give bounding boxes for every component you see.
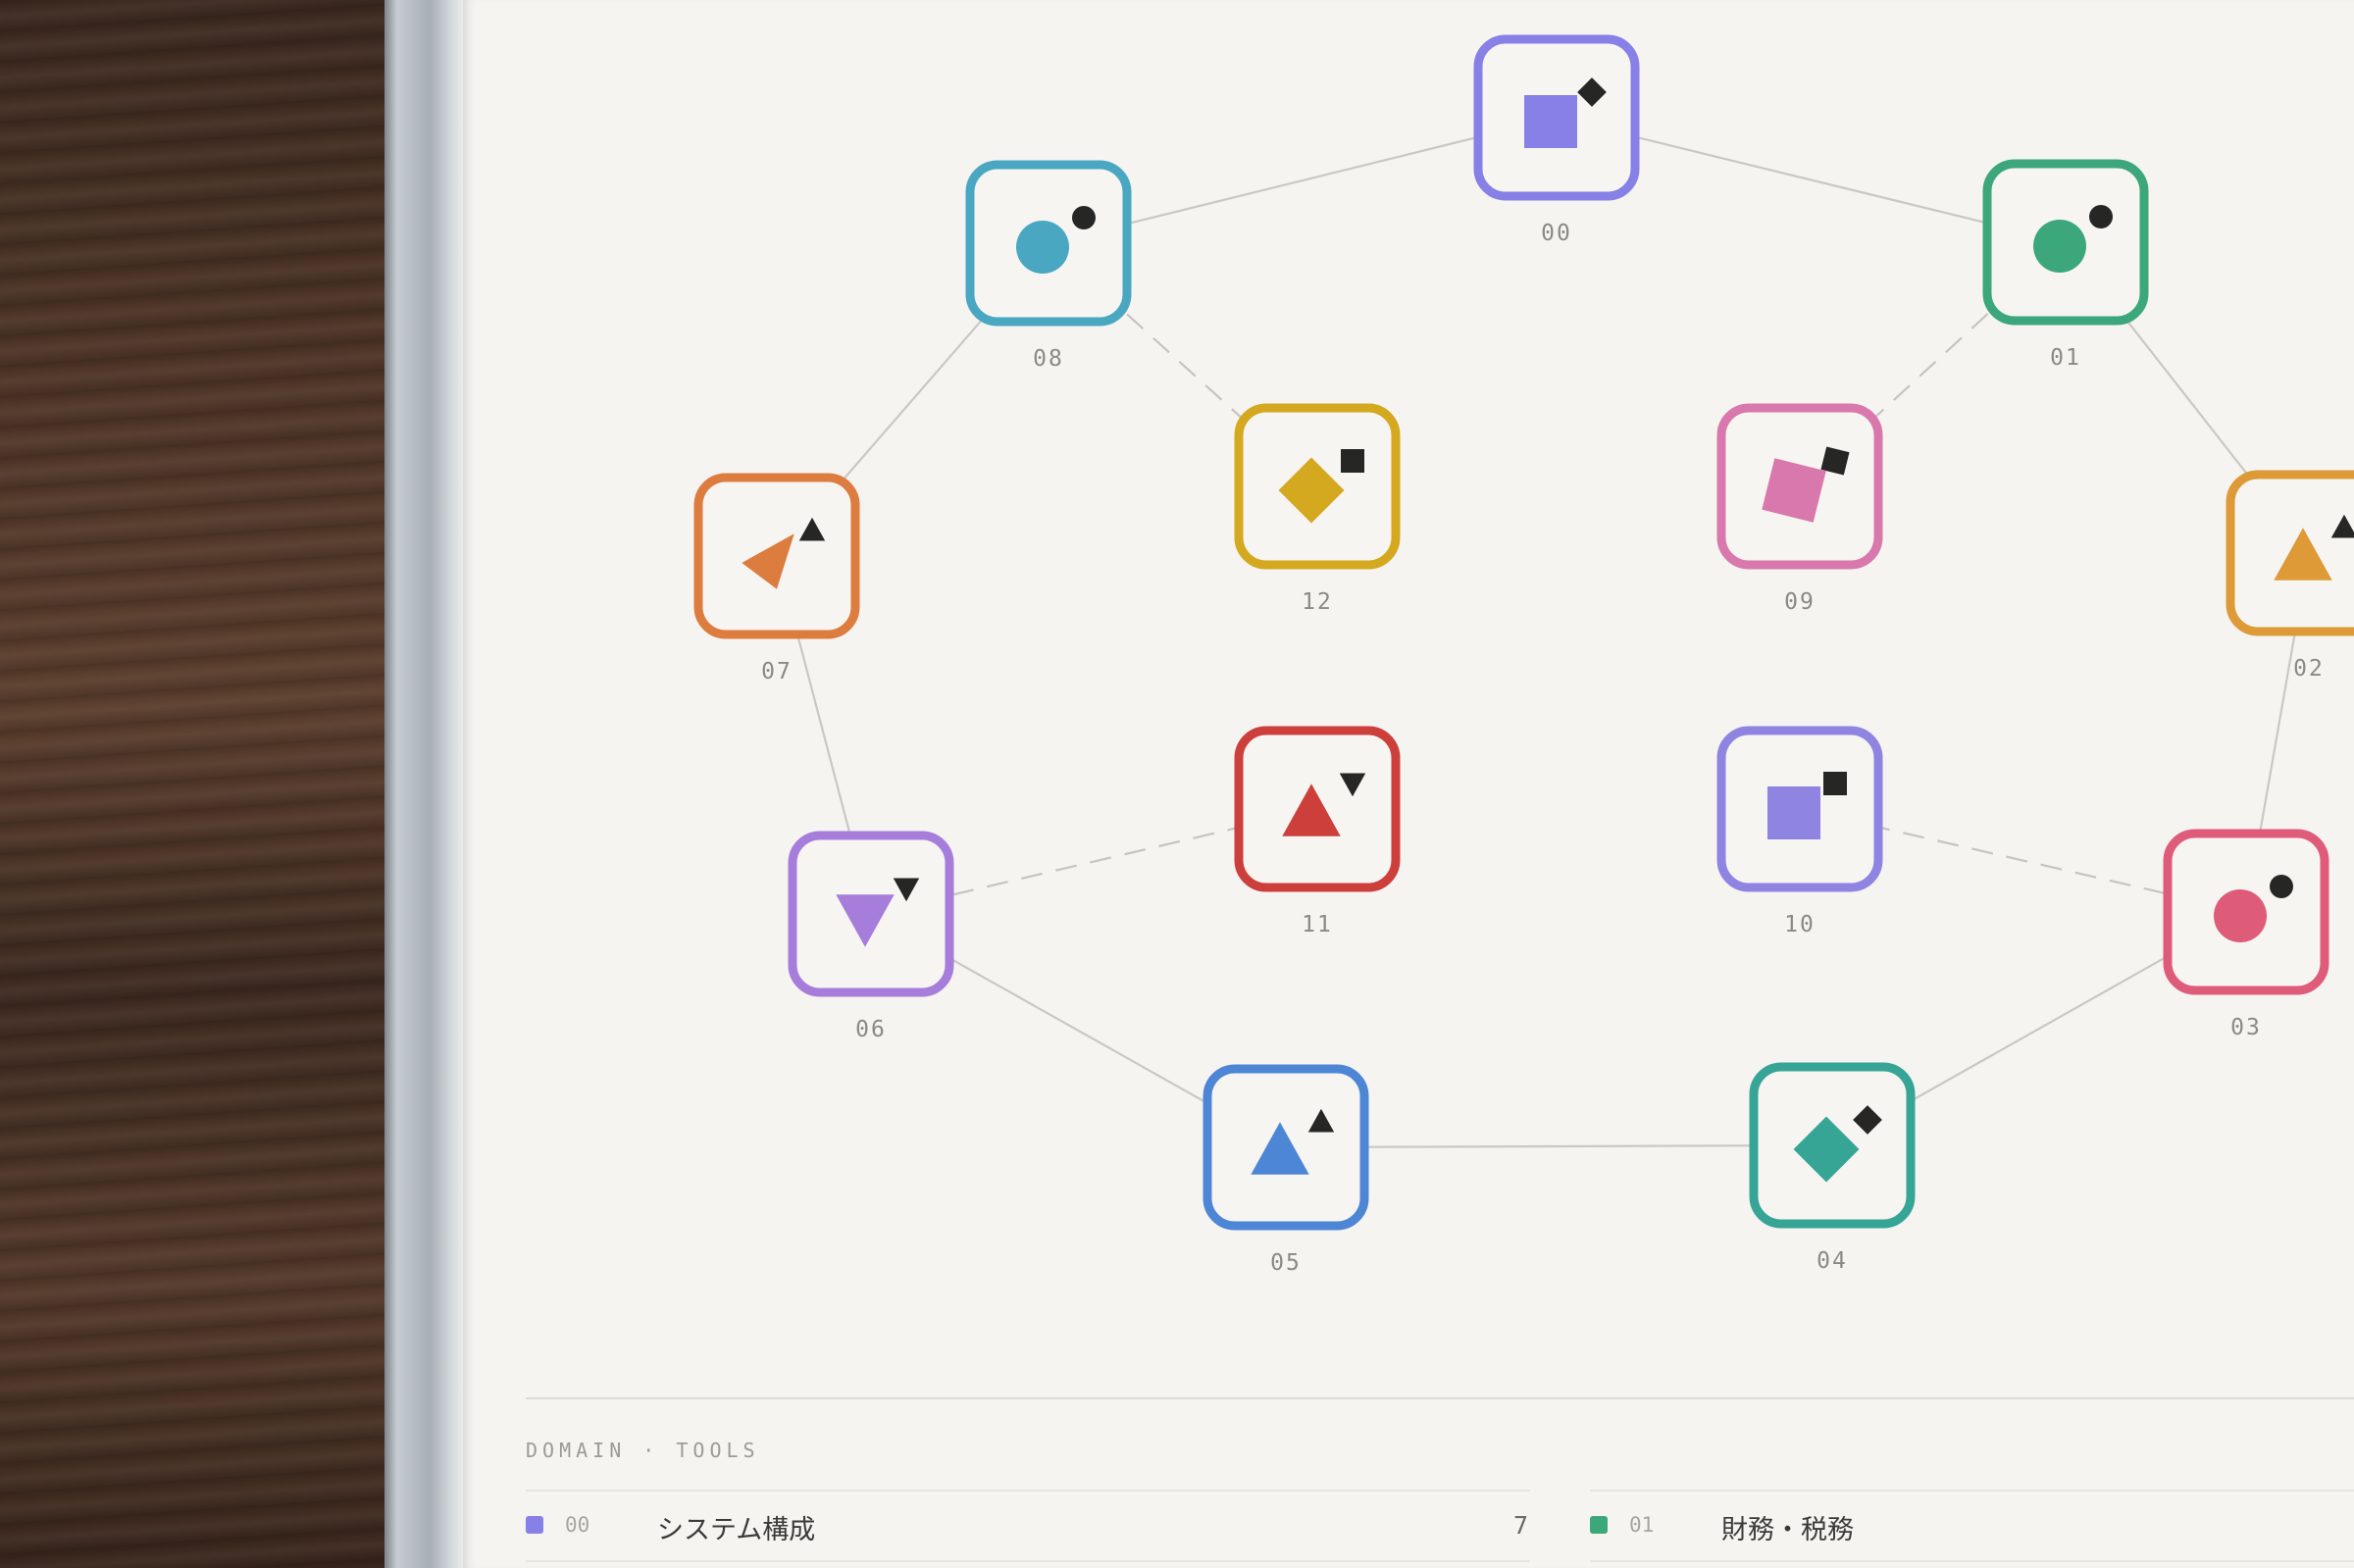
node-05[interactable]: 05 <box>1203 1064 1369 1276</box>
circle-icon <box>2214 889 2267 942</box>
node-id-label: 04 <box>1817 1248 1848 1274</box>
node-id-label: 07 <box>761 659 793 684</box>
accent-square-icon <box>1341 449 1364 473</box>
node-09[interactable]: 09 <box>1716 403 1883 615</box>
legend-name: 財務・税務 <box>1721 1515 1854 1545</box>
legend-section-label: DOMAIN · TOOLS <box>526 1439 760 1462</box>
node-00[interactable]: 00 <box>1473 34 1640 246</box>
node-id-label: 09 <box>1784 589 1816 615</box>
node-04[interactable]: 04 <box>1749 1062 1916 1274</box>
node-id-label: 08 <box>1033 346 1064 372</box>
node-id-label: 06 <box>855 1017 887 1042</box>
node-id-label: 00 <box>1541 221 1572 246</box>
legend-row-00[interactable]: 00 システム構成 7 <box>526 1490 1530 1562</box>
legend-name: システム構成 <box>657 1515 816 1545</box>
legend-swatch <box>526 1516 543 1534</box>
legend-swatch <box>1590 1516 1608 1534</box>
node-12[interactable]: 12 <box>1234 403 1401 615</box>
node-08[interactable]: 08 <box>965 160 1132 372</box>
accent-circle-icon <box>2089 205 2113 228</box>
legend-count: 7 <box>1512 1511 1528 1540</box>
accent-circle-icon <box>2270 875 2293 898</box>
node-03[interactable]: 03 <box>2163 829 2329 1040</box>
square-icon <box>1524 95 1577 148</box>
legend-row-01[interactable]: 01 財務・税務 <box>1590 1490 2354 1562</box>
circle-icon <box>2033 220 2086 273</box>
accent-circle-icon <box>1072 206 1096 229</box>
node-id-label: 11 <box>1302 912 1333 937</box>
legend-number: 01 <box>1629 1513 1655 1537</box>
legend-divider <box>526 1397 2354 1399</box>
square-icon <box>1767 786 1820 839</box>
node-06[interactable]: 06 <box>788 831 954 1042</box>
circle-icon <box>1016 221 1069 274</box>
node-id-label: 03 <box>2230 1015 2262 1040</box>
node-07[interactable]: 07 <box>693 473 860 684</box>
node-10[interactable]: 10 <box>1716 726 1883 937</box>
legend-number: 00 <box>565 1513 590 1537</box>
graph-nodes: 00 01 02 03 04 05 06 07 08 09 10 11 12 <box>693 34 2354 1276</box>
accent-square-icon <box>1823 772 1847 795</box>
node-id-label: 01 <box>2050 345 2081 371</box>
node-id-label: 12 <box>1302 589 1333 615</box>
network-graph: 00 01 02 03 04 05 06 07 08 09 10 11 12 <box>693 34 2354 1276</box>
node-01[interactable]: 01 <box>1982 159 2149 371</box>
node-id-label: 02 <box>2293 656 2325 682</box>
node-11[interactable]: 11 <box>1234 726 1401 937</box>
node-id-label: 05 <box>1270 1250 1302 1276</box>
node-id-label: 10 <box>1784 912 1816 937</box>
